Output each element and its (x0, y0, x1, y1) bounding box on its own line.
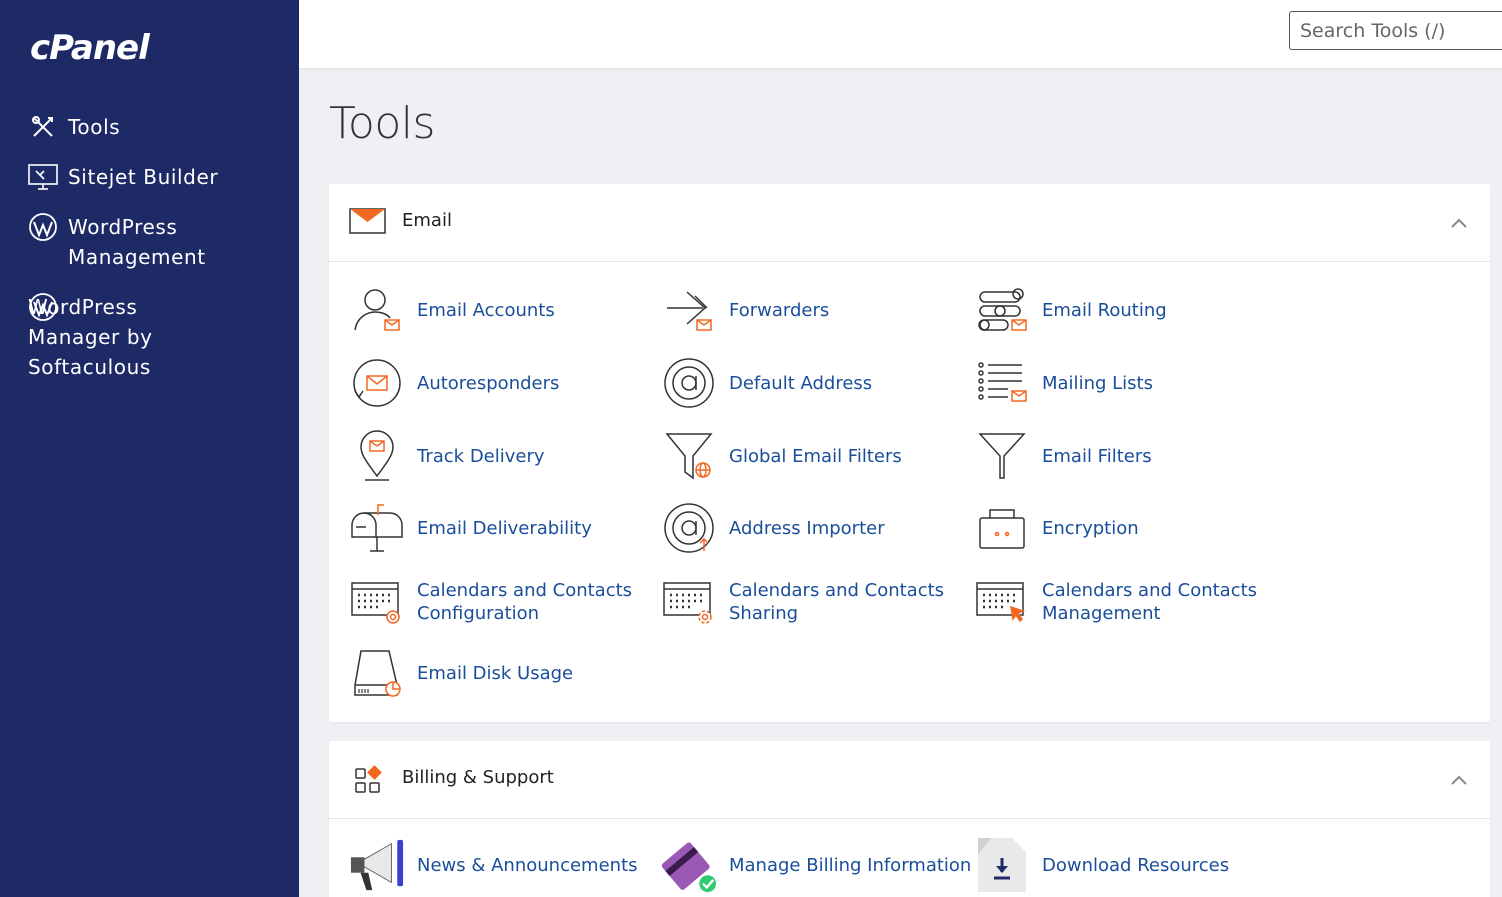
user-mail-icon (349, 282, 405, 338)
tool-email-disk-usage[interactable]: Email Disk Usage (349, 645, 573, 701)
sidebar-item-wordpress-management[interactable]: WordPress Management (28, 212, 206, 272)
filter-icon (974, 428, 1030, 484)
routing-icon (974, 282, 1030, 338)
tool-email-filters[interactable]: Email Filters (974, 428, 1152, 484)
sidebar-item-label: Tools (68, 115, 121, 139)
top-bar (299, 0, 1502, 68)
tools-icon (28, 112, 58, 142)
tool-label: Email Routing (1042, 299, 1167, 321)
sidebar-item-label: Sitejet Builder (68, 165, 219, 189)
tool-calendars-contacts-sharing[interactable]: Calendars and Contacts Sharing (661, 574, 944, 630)
tool-news-announcements[interactable]: News & Announcements (349, 837, 638, 893)
section-title: Billing & Support (402, 767, 554, 788)
tool-global-email-filters[interactable]: Global Email Filters (661, 428, 902, 484)
at-import-icon (661, 500, 717, 556)
sidebar-item-label: WordPress Manager by Softaculous (28, 295, 153, 379)
tool-label: Email Accounts (417, 299, 555, 321)
list-icon (974, 355, 1030, 411)
sitejet-icon (28, 162, 58, 192)
megaphone-icon (349, 837, 405, 893)
sidebar-item-label: WordPress Management (68, 215, 206, 269)
location-pin-icon (349, 428, 405, 484)
tool-default-address[interactable]: Default Address (661, 355, 872, 411)
credit-card-icon (661, 837, 717, 893)
at-sign-icon (661, 355, 717, 411)
tool-label: Mailing Lists (1042, 372, 1153, 394)
page-title: Tools (329, 98, 435, 149)
tool-address-importer[interactable]: Address Importer (661, 500, 885, 556)
autoresponder-icon (349, 355, 405, 411)
tool-label: Email Filters (1042, 445, 1152, 467)
tool-mailing-lists[interactable]: Mailing Lists (974, 355, 1153, 411)
section-title: Email (402, 210, 452, 231)
sidebar-item-tools[interactable]: Tools (28, 112, 120, 142)
tool-calendars-contacts-management[interactable]: Calendars and Contacts Management (974, 574, 1257, 630)
tool-email-accounts[interactable]: Email Accounts (349, 282, 555, 338)
tool-label: Calendars and Contacts Configuration (417, 580, 633, 624)
forward-icon (661, 282, 717, 338)
sidebar-item-wordpress-softaculous[interactable]: WordPress Manager by Softaculous (28, 292, 153, 382)
tool-label: Calendars and Contacts Sharing (729, 580, 945, 624)
tool-track-delivery[interactable]: Track Delivery (349, 428, 545, 484)
tool-label: Address Importer (729, 517, 885, 539)
calendar-cursor-icon (974, 574, 1030, 630)
tool-email-routing[interactable]: Email Routing (974, 282, 1167, 338)
tool-label: Email Deliverability (417, 517, 592, 539)
disk-usage-icon (349, 645, 405, 701)
tool-autoresponders[interactable]: Autoresponders (349, 355, 559, 411)
email-section: Email Email Accounts Forwarders Email Ro… (329, 184, 1490, 722)
tool-label: Forwarders (729, 299, 830, 321)
billing-section: Billing & Support News & Announcements M… (329, 741, 1490, 897)
tool-label: Manage Billing Information (729, 854, 972, 876)
envelope-icon (349, 206, 387, 238)
wordpress-icon (28, 212, 58, 242)
filter-globe-icon (661, 428, 717, 484)
tool-calendars-contacts-configuration[interactable]: Calendars and Contacts Configuration (349, 574, 632, 630)
tool-label: Track Delivery (417, 445, 545, 467)
tool-label: Download Resources (1042, 854, 1230, 876)
tool-label: Global Email Filters (729, 445, 902, 467)
tool-manage-billing[interactable]: Manage Billing Information (661, 837, 971, 893)
calendar-gear-icon (661, 574, 717, 630)
mailbox-icon (349, 500, 405, 556)
cpanel-logo[interactable]: cPanel (30, 28, 180, 68)
tool-label: Calendars and Contacts Management (1042, 580, 1258, 624)
tool-email-deliverability[interactable]: Email Deliverability (349, 500, 592, 556)
tool-label: Autoresponders (417, 372, 560, 394)
search-input[interactable] (1289, 11, 1502, 50)
briefcase-lock-icon (974, 500, 1030, 556)
sidebar-item-sitejet[interactable]: Sitejet Builder (28, 162, 218, 192)
email-section-header[interactable]: Email (329, 184, 1490, 262)
chevron-up-icon[interactable] (1450, 214, 1468, 228)
grid-icon (349, 763, 387, 795)
tool-label: Email Disk Usage (417, 662, 574, 684)
download-icon (974, 837, 1030, 893)
tool-encryption[interactable]: Encryption (974, 500, 1139, 556)
billing-section-header[interactable]: Billing & Support (329, 741, 1490, 819)
logo-text: cPanel (30, 28, 150, 68)
chevron-up-icon[interactable] (1450, 771, 1468, 785)
tool-label: News & Announcements (417, 854, 638, 876)
calendar-at-icon (349, 574, 405, 630)
sidebar: cPanel Tools Sitejet Builder WordPress M… (0, 0, 299, 897)
tool-label: Default Address (729, 372, 873, 394)
tool-forwarders[interactable]: Forwarders (661, 282, 829, 338)
tool-label: Encryption (1042, 517, 1139, 539)
tool-download-resources[interactable]: Download Resources (974, 837, 1229, 893)
